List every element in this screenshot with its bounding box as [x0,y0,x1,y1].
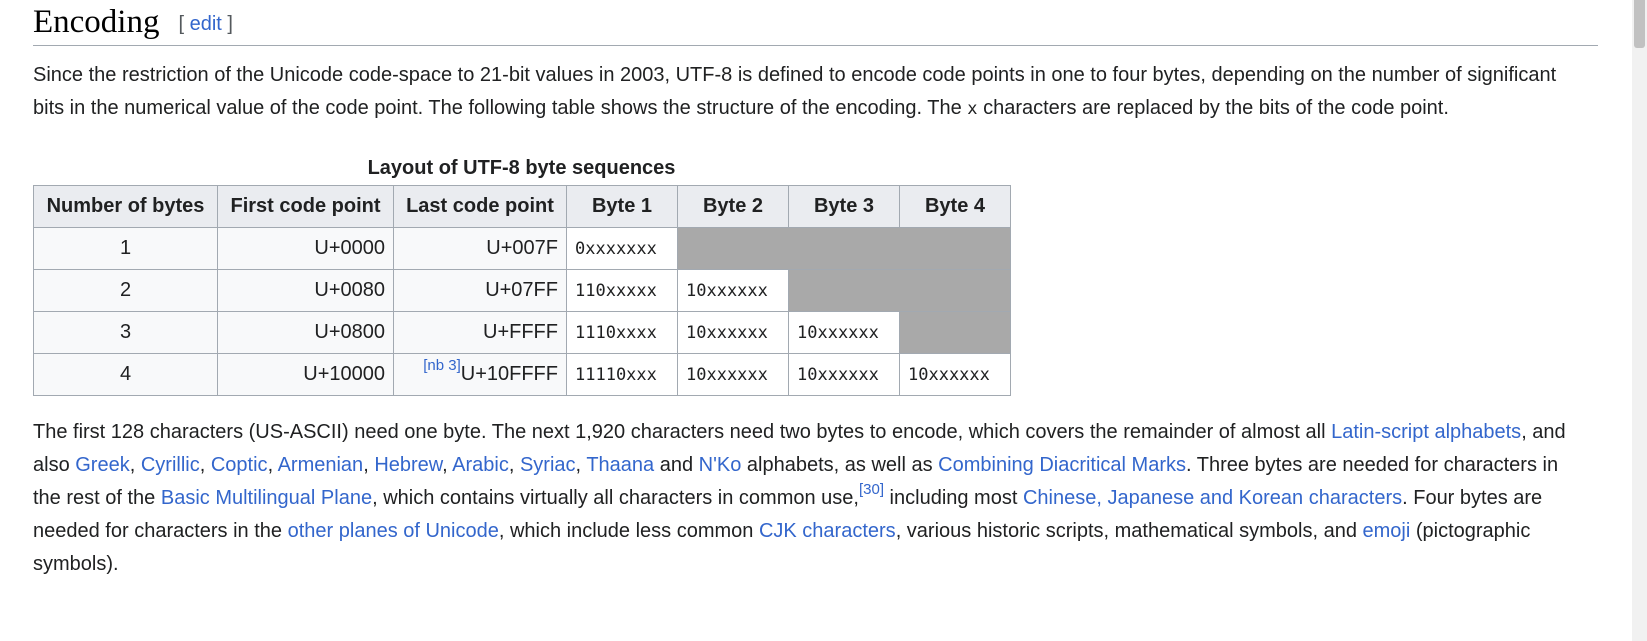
body-text: , which include less common [498,520,759,542]
header-byte-1: Byte 1 [566,185,678,228]
table-header-row: Number of bytes First code point Last co… [33,185,1011,228]
link-cjk-characters[interactable]: CJK characters [759,520,896,542]
cell-first-code-point: U+0800 [217,311,394,354]
link-basic-multilingual-plane[interactable]: Basic Multilingual Plane [161,487,372,509]
link-hebrew[interactable]: Hebrew [374,454,442,476]
link-arabic[interactable]: Arabic [452,454,509,476]
body-text: , [363,454,375,476]
footnote-nb3-link[interactable]: [nb 3] [423,357,461,374]
table-row: 3 U+0800 U+FFFF 1110xxxx 10xxxxxx 10xxxx… [33,311,1011,354]
edit-section: [ edit ] [178,13,233,36]
body-text: , [267,454,278,476]
header-byte-3: Byte 3 [788,185,900,228]
cell-empty [677,227,1011,270]
cell-byte-3: 10xxxxxx [788,311,900,354]
intro-code-x: x [967,99,978,119]
cell-empty [788,269,1011,312]
section-title: Encoding [33,4,160,40]
body-text: , [508,454,520,476]
intro-text-2: characters are replaced by the bits of t… [977,97,1449,119]
link-thaana[interactable]: Thaana [586,454,654,476]
reference-30-link[interactable]: [30] [859,481,884,498]
body-text: , [129,454,141,476]
intro-paragraph: Since the restriction of the Unicode cod… [33,59,1568,126]
link-emoji[interactable]: emoji [1363,520,1411,542]
table-row: 2 U+0080 U+07FF 110xxxxx 10xxxxxx [33,269,1011,312]
cell-first-code-point: U+0080 [217,269,394,312]
link-cyrillic[interactable]: Cyrillic [141,454,200,476]
article-content: Encoding [ edit ] Since the restriction … [33,0,1598,581]
body-text: , [199,454,211,476]
header-byte-4: Byte 4 [899,185,1011,228]
header-number-of-bytes: Number of bytes [33,185,218,228]
body-text: including most [884,487,1023,509]
link-armenian[interactable]: Armenian [278,454,364,476]
cell-byte-1: 0xxxxxxx [566,227,678,270]
cell-last-code-point: U+07FF [393,269,567,312]
link-greek[interactable]: Greek [75,454,129,476]
body-text: , various historic scripts, mathematical… [895,520,1363,542]
cell-empty [899,311,1011,354]
body-text: alphabets, as well as [741,454,939,476]
cell-byte-2: 10xxxxxx [677,353,789,396]
cell-last-code-point: [nb 3]U+10FFFF [393,353,567,396]
cell-last-code-point: U+FFFF [393,311,567,354]
edit-close-bracket: ] [227,13,233,35]
link-other-planes-of-unicode[interactable]: other planes of Unicode [288,520,499,542]
section-heading: Encoding [ edit ] [33,0,1598,46]
scrollbar-thumb[interactable] [1634,0,1645,48]
edit-link[interactable]: edit [190,13,222,35]
cell-bytes: 1 [33,227,218,270]
table-row: 1 U+0000 U+007F 0xxxxxxx [33,227,1011,270]
link-syriac[interactable]: Syriac [520,454,576,476]
edit-open-bracket: [ [178,13,185,35]
cell-byte-1: 1110xxxx [566,311,678,354]
cell-byte-3: 10xxxxxx [788,353,900,396]
body-text: and [654,454,699,476]
cell-byte-1: 110xxxxx [566,269,678,312]
cell-bytes: 4 [33,353,218,396]
table-row: 4 U+10000 [nb 3]U+10FFFF 11110xxx 10xxxx… [33,353,1011,396]
table-caption: Layout of UTF-8 byte sequences [367,157,676,179]
cell-byte-4: 10xxxxxx [899,353,1011,396]
body-text: , [575,454,587,476]
body-text: The first 128 characters (US-ASCII) need… [33,421,1332,443]
link-coptic[interactable]: Coptic [211,454,268,476]
last-code-point-value: U+10FFFF [460,363,558,385]
cell-bytes: 2 [33,269,218,312]
utf8-layout-table: Number of bytes First code point Last co… [33,185,1011,396]
cell-bytes: 3 [33,311,218,354]
header-first-code-point: First code point [217,185,394,228]
link-cjk-characters-cjk[interactable]: Chinese, Japanese and Korean characters [1023,487,1402,509]
body-text: , [442,454,453,476]
body-paragraph: The first 128 characters (US-ASCII) need… [33,416,1568,581]
body-text: , which contains virtually all character… [372,487,859,509]
cell-last-code-point: U+007F [393,227,567,270]
cell-byte-2: 10xxxxxx [677,311,789,354]
vertical-scrollbar[interactable] [1632,0,1647,641]
header-byte-2: Byte 2 [677,185,789,228]
link-combining-diacritical-marks[interactable]: Combining Diacritical Marks [938,454,1186,476]
cell-byte-1: 11110xxx [566,353,678,396]
link-latin-script-alphabets[interactable]: Latin-script alphabets [1331,421,1521,443]
cell-first-code-point: U+0000 [217,227,394,270]
cell-first-code-point: U+10000 [217,353,394,396]
cell-byte-2: 10xxxxxx [677,269,789,312]
link-nko[interactable]: N'Ko [699,454,742,476]
header-last-code-point: Last code point [393,185,567,228]
